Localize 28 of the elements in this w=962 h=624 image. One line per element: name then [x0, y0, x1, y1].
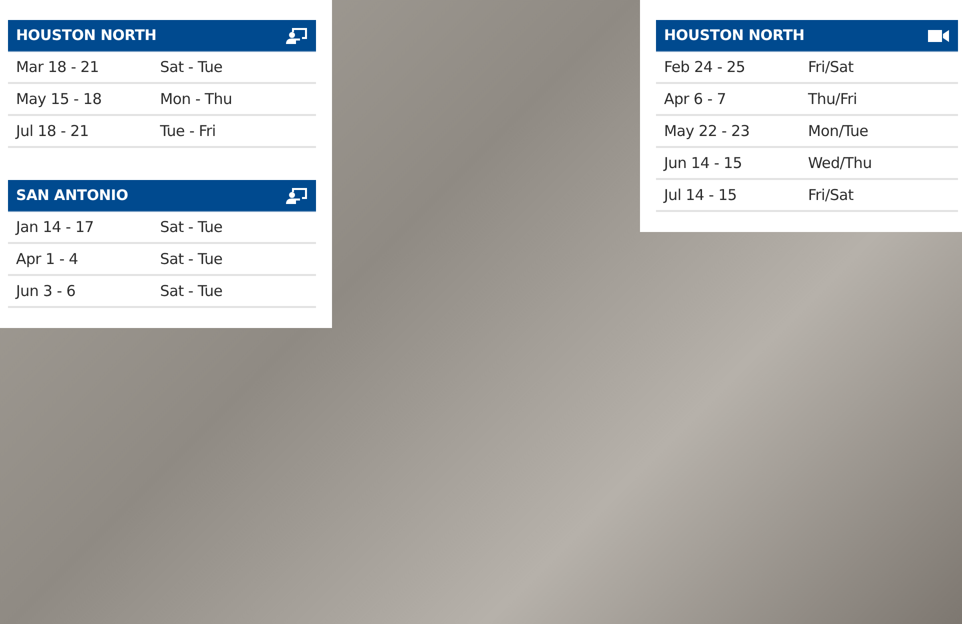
date-range: Jan 14 - 17 [16, 218, 95, 236]
weekday-range: Fri/Sat [808, 58, 854, 76]
date-range: Feb 24 - 25 [664, 58, 746, 76]
location-title: HOUSTON NORTH [16, 28, 156, 44]
weekday-range: Fri/Sat [808, 186, 854, 204]
date-range: Jul 18 - 21 [16, 122, 90, 140]
location-title: HOUSTON NORTH [664, 28, 804, 44]
weekday-range: Sat - Tue [160, 58, 224, 76]
date-range: May 22 - 23 [664, 122, 751, 140]
date-range: Jun 14 - 15 [664, 154, 744, 172]
weekday-range: Thu/Fri [808, 90, 858, 108]
date-range: Apr 1 - 4 [16, 250, 80, 268]
weekday-range: Sat - Tue [160, 282, 224, 300]
date-range: Apr 6 - 7 [664, 90, 728, 108]
weekday-range: Wed/Thu [808, 154, 873, 172]
weekday-range: Mon/Tue [808, 122, 870, 140]
presenter-icon [286, 26, 308, 44]
date-range: May 15 - 18 [16, 90, 103, 108]
weekday-range: Sat - Tue [160, 218, 224, 236]
weekday-range: Tue - Fri [160, 122, 217, 140]
location-title: SAN ANTONIO [16, 188, 128, 204]
date-range: Jun 3 - 6 [16, 282, 77, 300]
weekday-range: Mon - Thu [160, 90, 234, 108]
video-camera-icon [928, 28, 950, 42]
date-range: Mar 18 - 21 [16, 58, 100, 76]
weekday-range: Sat - Tue [160, 250, 224, 268]
presenter-icon [286, 186, 308, 204]
date-range: Jul 14 - 15 [664, 186, 738, 204]
